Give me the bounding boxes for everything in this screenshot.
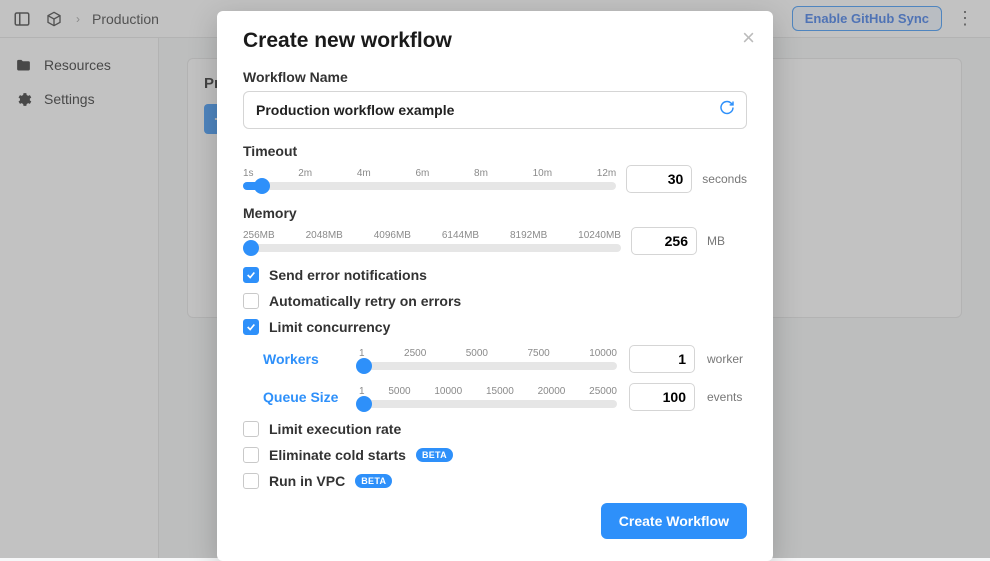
workers-slider[interactable]: 1 2500 5000 7500 10000 bbox=[359, 348, 617, 370]
regenerate-name-icon[interactable] bbox=[719, 100, 735, 121]
modal-footer: Create Workflow bbox=[243, 503, 747, 539]
create-workflow-modal: × Create new workflow Workflow Name Time… bbox=[217, 11, 773, 561]
beta-badge: BETA bbox=[416, 448, 453, 462]
workflow-name-label: Workflow Name bbox=[243, 69, 747, 85]
timeout-label: Timeout bbox=[243, 143, 747, 159]
send-errors-check[interactable]: Send error notifications bbox=[243, 267, 747, 283]
timeout-ticks: 1s 2m 4m 6m 8m 10m 12m bbox=[243, 168, 616, 179]
workflow-name-input[interactable] bbox=[243, 91, 747, 129]
modal-overlay: × Create new workflow Workflow Name Time… bbox=[0, 0, 990, 558]
memory-slider[interactable]: 256MB 2048MB 4096MB 6144MB 8192MB 10240M… bbox=[243, 230, 621, 252]
close-icon[interactable]: × bbox=[742, 25, 755, 51]
workers-value-input[interactable] bbox=[629, 345, 695, 373]
limit-rate-check[interactable]: Limit execution rate bbox=[243, 421, 747, 437]
queue-value-input[interactable] bbox=[629, 383, 695, 411]
queue-label: Queue Size bbox=[263, 389, 347, 405]
auto-retry-check[interactable]: Automatically retry on errors bbox=[243, 293, 747, 309]
timeout-slider[interactable]: 1s 2m 4m 6m 8m 10m 12m bbox=[243, 168, 616, 190]
beta-badge: BETA bbox=[355, 474, 392, 488]
concurrency-nested: Workers 1 2500 5000 7500 10000 worker Qu… bbox=[263, 345, 747, 411]
checkbox-icon bbox=[243, 421, 259, 437]
queue-row: Queue Size 1 5000 10000 15000 20000 2500… bbox=[263, 383, 747, 411]
vpc-check[interactable]: Run in VPC BETA bbox=[243, 473, 747, 489]
limit-concurrency-check[interactable]: Limit concurrency bbox=[243, 319, 747, 335]
queue-unit: events bbox=[707, 390, 747, 404]
timeout-section: Timeout 1s 2m 4m 6m 8m 10m 12m seconds bbox=[243, 143, 747, 193]
timeout-unit: seconds bbox=[702, 172, 747, 186]
workers-label: Workers bbox=[263, 351, 347, 367]
checkbox-icon bbox=[243, 473, 259, 489]
timeout-value-input[interactable] bbox=[626, 165, 692, 193]
memory-label: Memory bbox=[243, 205, 747, 221]
checkbox-icon bbox=[243, 447, 259, 463]
memory-section: Memory 256MB 2048MB 4096MB 6144MB 8192MB… bbox=[243, 205, 747, 255]
queue-slider[interactable]: 1 5000 10000 15000 20000 25000 bbox=[359, 386, 617, 408]
workers-row: Workers 1 2500 5000 7500 10000 worker bbox=[263, 345, 747, 373]
memory-value-input[interactable] bbox=[631, 227, 697, 255]
memory-ticks: 256MB 2048MB 4096MB 6144MB 8192MB 10240M… bbox=[243, 230, 621, 241]
checkbox-icon bbox=[243, 319, 259, 335]
modal-title: Create new workflow bbox=[243, 29, 747, 53]
memory-unit: MB bbox=[707, 234, 747, 248]
workflow-name-row bbox=[243, 91, 747, 129]
cold-starts-check[interactable]: Eliminate cold starts BETA bbox=[243, 447, 747, 463]
checkbox-icon bbox=[243, 267, 259, 283]
create-workflow-button[interactable]: Create Workflow bbox=[601, 503, 747, 539]
workers-unit: worker bbox=[707, 352, 747, 366]
checkbox-icon bbox=[243, 293, 259, 309]
